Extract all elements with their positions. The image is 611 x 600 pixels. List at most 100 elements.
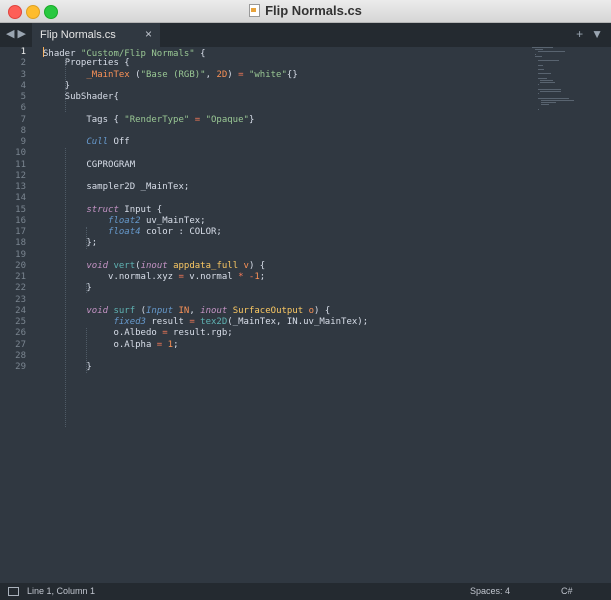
code-line[interactable]: float2 uv_MainTex; [43,216,521,227]
minimap-line [541,99,574,101]
code-line[interactable] [43,148,521,159]
line-number: 26 [15,328,26,339]
code-token: SurfaceOutput [232,305,304,316]
code-token: "RenderType" [124,114,190,125]
code-token: } [43,362,92,372]
code-line[interactable]: CGPROGRAM [43,160,521,171]
line-number: 22 [15,283,26,294]
code-token: void [86,260,109,271]
code-line[interactable]: } [43,362,521,373]
code-token: (_MainTex, IN.uv_MainTex); [227,317,369,327]
code-token: o.Albedo [43,328,163,339]
code-token: Cull [86,137,109,147]
tab-menu-icon[interactable]: ▼ [591,27,603,41]
code-token: Tags { [43,114,125,125]
code-line[interactable]: void surf (Input IN, inout SurfaceOutput… [43,306,521,317]
indent-guide [65,148,66,427]
code-token: "Opaque" [205,114,249,125]
code-token: Input { [118,204,163,215]
tab-label: Flip Normals.cs [40,29,116,41]
line-number: 25 [15,317,26,327]
code-line[interactable] [43,171,521,182]
minimap-line [534,53,536,55]
line-number: 1 [20,47,26,57]
code-token: } [43,80,71,91]
code-line[interactable]: Shader "Custom/Flip Normals" { [43,47,521,59]
line-number: 4 [20,80,26,91]
code-line[interactable]: }; [43,238,521,249]
code-token: ( [129,69,141,80]
code-line[interactable] [43,250,521,261]
indentation-setting[interactable]: Spaces: 4 [470,586,510,596]
code-line[interactable]: v.normal.xyz = v.normal * -1; [43,272,521,283]
code-token: fixed3 [113,317,146,327]
minimap-line [540,82,556,84]
code-line[interactable]: o.Albedo = result.rgb; [43,328,521,339]
code-text[interactable]: Shader "Custom/Flip Normals" { Propertie… [43,47,521,373]
code-line[interactable]: float4 color : COLOR; [43,227,521,238]
code-token: } [43,283,92,294]
code-token: v.normal [183,272,239,282]
status-bar: Line 1, Column 1 Spaces: 4 C# [0,583,611,600]
minimap-line [537,73,551,75]
line-number: 16 [15,215,26,226]
minimap[interactable] [532,47,580,117]
code-token: CGPROGRAM [43,159,136,170]
minimap-line [537,97,570,99]
indent-guide [86,227,87,249]
code-token: , [205,69,217,80]
tab-close-icon[interactable]: × [145,27,152,41]
code-token: SubShader{ [43,92,119,102]
code-line[interactable]: _MainTex ("Base (RGB)", 2D) = "white"{} [43,70,521,81]
code-token: result.rgb; [167,328,233,339]
code-line[interactable]: Properties { [43,58,521,69]
code-line[interactable]: } [43,81,521,92]
tab-forward-icon[interactable]: ▶ [17,28,28,40]
code-line[interactable]: fixed3 result = tex2D(_MainTex, IN.uv_Ma… [43,317,521,328]
file-icon [249,4,261,17]
code-line[interactable]: } [43,283,521,294]
line-number: 6 [20,103,26,114]
tab-flip-normals[interactable]: Flip Normals.cs × [32,23,160,47]
minimap-line [537,93,539,95]
minimap-line [534,55,542,57]
line-number: 8 [20,125,26,136]
line-number: 9 [20,137,26,147]
tab-bar: ◀▶ Flip Normals.cs × + ▼ [0,23,611,47]
code-line[interactable]: o.Alpha = 1; [43,340,521,351]
title-bar: Flip Normals.cs [0,0,611,23]
panel-toggle-icon[interactable] [8,587,19,596]
code-line[interactable]: struct Input { [43,205,521,216]
line-number: 5 [20,92,26,102]
code-line[interactable]: Tags { "RenderType" = "Opaque"} [43,115,521,126]
code-line[interactable] [43,126,521,137]
code-token: inout [200,305,228,316]
tab-back-icon[interactable]: ◀ [6,28,17,40]
code-line[interactable]: Cull Off [43,137,521,148]
line-number: 7 [20,114,26,125]
cursor-position[interactable]: Line 1, Column 1 [27,586,95,596]
line-number: 15 [15,204,26,215]
code-line[interactable] [43,193,521,204]
code-line[interactable] [43,295,521,306]
code-line[interactable]: sampler2D _MainTex; [43,182,521,193]
code-token: color : COLOR; [140,227,222,237]
new-tab-icon[interactable]: + [576,27,583,41]
minimap-line [537,77,548,79]
tab-navigation: ◀▶ [6,27,29,40]
code-line[interactable]: SubShader{ [43,92,521,103]
line-number: 24 [15,305,26,316]
syntax-selector[interactable]: C# [561,586,573,596]
code-editor[interactable]: 1 2 3 4 5 6 7 8 9 10 11 12 13 14 15 16 17 18 19 20 21 22 23 24 2… [0,47,611,583]
code-line[interactable]: void vert(inout appdata_full v) { [43,261,521,272]
code-line[interactable] [43,103,521,114]
minimap-line [532,47,553,48]
code-token: float2 [108,215,141,226]
code-token: uv_MainTex; [140,215,206,226]
line-number: 29 [15,362,26,372]
minimap-line [540,91,561,92]
code-line[interactable] [43,351,521,362]
